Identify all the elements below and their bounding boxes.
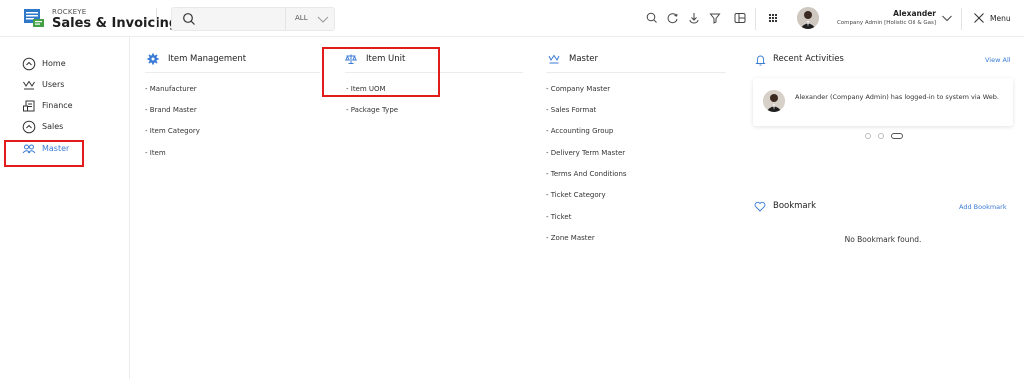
activity-text: Alexander (Company Admin) has logged-in … [795,93,999,101]
view-all-link[interactable]: View All [985,56,1011,64]
bookmark-empty-message: No Bookmark found. [844,235,922,244]
search-icon[interactable] [645,11,659,25]
header-divider [961,8,962,30]
layout-icon[interactable] [733,11,747,25]
highlight-box-master [4,140,84,167]
close-icon[interactable] [972,11,986,25]
finance-icon [23,100,35,112]
brand-top-label: ROCKEYE [52,8,87,16]
link-item[interactable]: - Item [145,149,166,157]
top-bar: ROCKEYE Sales & Invoicing ALL Alexander … [0,0,1024,37]
refresh-icon[interactable] [666,11,680,25]
users-crown-icon [23,80,35,90]
link-terms-and-conditions[interactable]: - Terms And Conditions [546,170,627,178]
sidebar-item-label: Finance [42,101,73,110]
section-title: Item Management [168,54,247,64]
bookmark-title: Bookmark [773,201,817,211]
filter-icon[interactable] [708,11,722,25]
user-avatar[interactable] [797,7,819,29]
sales-icon [22,120,36,134]
crown-icon [548,54,560,64]
search-scope-select[interactable]: ALL [295,14,308,22]
carousel-dot[interactable] [878,133,884,139]
chevron-down-icon[interactable] [940,11,954,25]
link-package-type[interactable]: - Package Type [346,106,398,114]
user-name[interactable]: Alexander [893,9,936,18]
search-icon[interactable] [182,12,196,26]
link-ticket[interactable]: - Ticket [546,213,571,221]
sidebar-item-finance[interactable]: Finance [22,98,122,114]
sidebar-item-sales[interactable]: Sales [22,119,122,135]
brand-name: Sales & Invoicing [52,16,179,31]
link-delivery-term-master[interactable]: - Delivery Term Master [546,149,625,157]
download-icon[interactable] [687,11,701,25]
link-ticket-category[interactable]: - Ticket Category [546,191,606,199]
app-logo-icon[interactable] [23,8,45,28]
user-role: Company Admin [Holistic Oil & Gas] [836,20,936,26]
activity-avatar [763,90,785,112]
sidebar-item-home[interactable]: Home [22,56,122,72]
sidebar-item-users[interactable]: Users [22,77,122,93]
link-zone-master[interactable]: - Zone Master [546,234,595,242]
menu-button[interactable]: Menu [990,14,1011,23]
link-item-category[interactable]: - Item Category [145,127,200,135]
recent-activities-title: Recent Activities [773,54,844,64]
bell-icon [755,55,766,66]
user-photo-icon [797,7,819,29]
sidebar-item-label: Users [42,80,65,89]
section-item-management: Item Management [147,53,317,67]
link-company-master[interactable]: - Company Master [546,85,610,93]
section-divider [546,72,726,73]
heart-icon [754,201,766,212]
apps-grid-icon[interactable] [766,11,780,25]
sidebar-item-label: Sales [42,122,64,131]
header-divider [156,8,157,30]
global-search[interactable]: ALL [171,7,335,31]
section-divider [145,72,320,73]
search-divider [285,8,286,30]
header-divider [755,8,756,30]
chevron-down-icon[interactable] [317,14,329,24]
link-accounting-group[interactable]: - Accounting Group [546,127,613,135]
home-icon [22,57,36,71]
user-photo-icon [763,90,785,112]
gear-icon [147,53,159,65]
carousel-dot-active[interactable] [891,133,903,139]
section-master: Master [548,53,668,67]
link-brand-master[interactable]: - Brand Master [145,106,197,114]
link-sales-format[interactable]: - Sales Format [546,106,596,114]
link-manufacturer[interactable]: - Manufacturer [145,85,197,93]
activity-card: Alexander (Company Admin) has logged-in … [753,78,1013,126]
sidebar-item-label: Home [42,59,66,68]
carousel-dot[interactable] [865,133,871,139]
highlight-box-item-unit [322,47,440,97]
section-title: Master [569,54,599,64]
add-bookmark-link[interactable]: Add Bookmark [959,203,1007,211]
